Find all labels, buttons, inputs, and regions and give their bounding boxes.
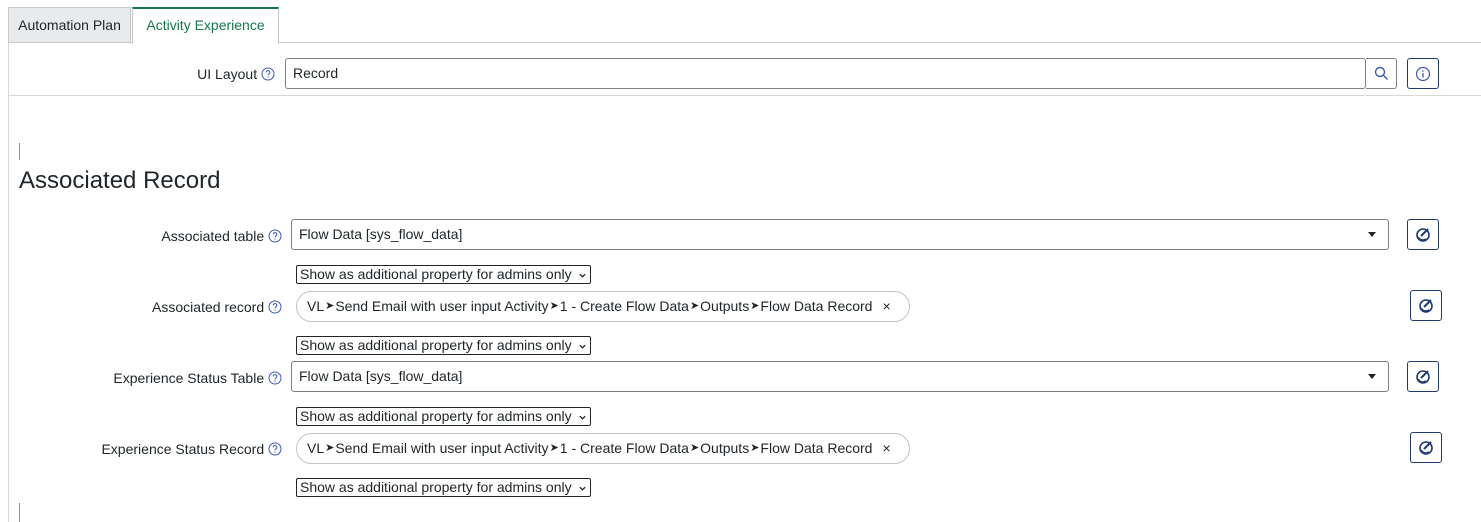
- ui-layout-label-row: UI Layout: [150, 66, 275, 82]
- section-marker: [19, 143, 20, 160]
- pill-part: Send Email with user input Activity: [335, 298, 549, 314]
- chevron-down-icon: [579, 486, 586, 491]
- arrow-right-icon: ➤: [689, 442, 700, 454]
- associated-table-value: Flow Data [sys_flow_data]: [299, 226, 463, 242]
- chevron-down-icon: [579, 344, 586, 349]
- experience-status-record-data-pill[interactable]: VL ➤ Send Email with user input Activity ➤ 1…: [296, 433, 910, 464]
- experience-status-record-label-row: Experience Status Record: [60, 441, 282, 457]
- data-pill-picker-icon: [1419, 298, 1433, 313]
- arrow-right-icon: ➤: [325, 300, 335, 312]
- ui-layout-info-button[interactable]: [1407, 58, 1439, 89]
- question-circle-icon[interactable]: [261, 67, 275, 81]
- search-icon: [1374, 66, 1388, 80]
- experience-status-table-label: Experience Status Table: [113, 370, 265, 386]
- pill-part: Send Email with user input Activity: [335, 440, 549, 456]
- experience-status-record-visibility-select[interactable]: Show as additional property for admins o…: [296, 478, 591, 497]
- visibility-option-value: Show as additional property for admins o…: [300, 408, 572, 424]
- remove-pill-button[interactable]: ×: [882, 292, 890, 321]
- section-end-marker: [19, 503, 20, 522]
- associated-record-data-pill[interactable]: VL ➤ Send Email with user input Activity ➤ 1…: [296, 291, 910, 322]
- pill-part: 1 - Create Flow Data: [559, 298, 689, 314]
- chevron-down-icon: [579, 415, 586, 420]
- ui-layout-lookup-button[interactable]: [1366, 58, 1397, 89]
- question-circle-icon[interactable]: [268, 371, 282, 385]
- data-pill-picker-icon: [1419, 440, 1433, 455]
- pill-part: Flow Data Record: [760, 440, 873, 456]
- arrow-right-icon: ➤: [325, 442, 335, 454]
- experience-status-record-label: Experience Status Record: [101, 441, 265, 457]
- associated-record-pill-picker-button[interactable]: [1410, 290, 1442, 321]
- layout-divider: [9, 95, 1481, 96]
- associated-record-visibility-select[interactable]: Show as additional property for admins o…: [296, 336, 591, 355]
- tab-automation-plan[interactable]: Automation Plan: [8, 7, 131, 42]
- ui-layout-input[interactable]: Record: [285, 58, 1366, 89]
- ui-layout-label: UI Layout: [197, 66, 258, 82]
- experience-status-table-select[interactable]: Flow Data [sys_flow_data]: [291, 361, 1389, 392]
- arrow-right-icon: ➤: [750, 300, 760, 312]
- pill-part: VL: [307, 440, 325, 456]
- arrow-right-icon: ➤: [750, 442, 760, 454]
- experience-status-table-label-row: Experience Status Table: [80, 370, 282, 386]
- pill-part: 1 - Create Flow Data: [559, 440, 689, 456]
- question-circle-icon[interactable]: [268, 300, 282, 314]
- question-circle-icon[interactable]: [268, 229, 282, 243]
- experience-status-record-pill-picker-button[interactable]: [1410, 432, 1442, 463]
- visibility-option-value: Show as additional property for admins o…: [300, 266, 572, 282]
- data-pill-picker-icon: [1416, 369, 1430, 384]
- associated-table-label-row: Associated table: [110, 228, 282, 244]
- arrow-right-icon: ➤: [689, 300, 700, 312]
- info-icon: [1415, 66, 1431, 81]
- associated-table-pill-picker-button[interactable]: [1407, 219, 1439, 250]
- chevron-down-icon: [579, 273, 586, 278]
- arrow-right-icon: ➤: [549, 442, 559, 454]
- pill-part: Outputs: [700, 440, 750, 456]
- chevron-down-icon: [1368, 232, 1376, 237]
- pill-part: Flow Data Record: [760, 298, 873, 314]
- visibility-option-value: Show as additional property for admins o…: [300, 479, 572, 495]
- data-pill-picker-icon: [1416, 227, 1430, 242]
- associated-record-label-row: Associated record: [100, 299, 282, 315]
- visibility-option-value: Show as additional property for admins o…: [300, 337, 572, 353]
- tab-strip: Automation Plan Activity Experience: [8, 7, 1481, 44]
- tab-activity-experience[interactable]: Activity Experience: [132, 7, 279, 44]
- pill-part: VL: [307, 298, 325, 314]
- question-circle-icon[interactable]: [268, 442, 282, 456]
- associated-record-label: Associated record: [152, 299, 265, 315]
- experience-status-table-value: Flow Data [sys_flow_data]: [299, 368, 463, 384]
- experience-status-table-pill-picker-button[interactable]: [1407, 361, 1439, 392]
- pill-part: Outputs: [700, 298, 750, 314]
- associated-table-visibility-select[interactable]: Show as additional property for admins o…: [296, 265, 591, 284]
- associated-table-label: Associated table: [161, 228, 265, 244]
- ui-layout-value: Record: [293, 65, 339, 81]
- remove-pill-button[interactable]: ×: [882, 434, 890, 463]
- section-title: Associated Record: [19, 167, 221, 194]
- associated-table-select[interactable]: Flow Data [sys_flow_data]: [291, 219, 1389, 250]
- chevron-down-icon: [1368, 374, 1376, 379]
- arrow-right-icon: ➤: [549, 300, 559, 312]
- experience-status-table-visibility-select[interactable]: Show as additional property for admins o…: [296, 407, 591, 426]
